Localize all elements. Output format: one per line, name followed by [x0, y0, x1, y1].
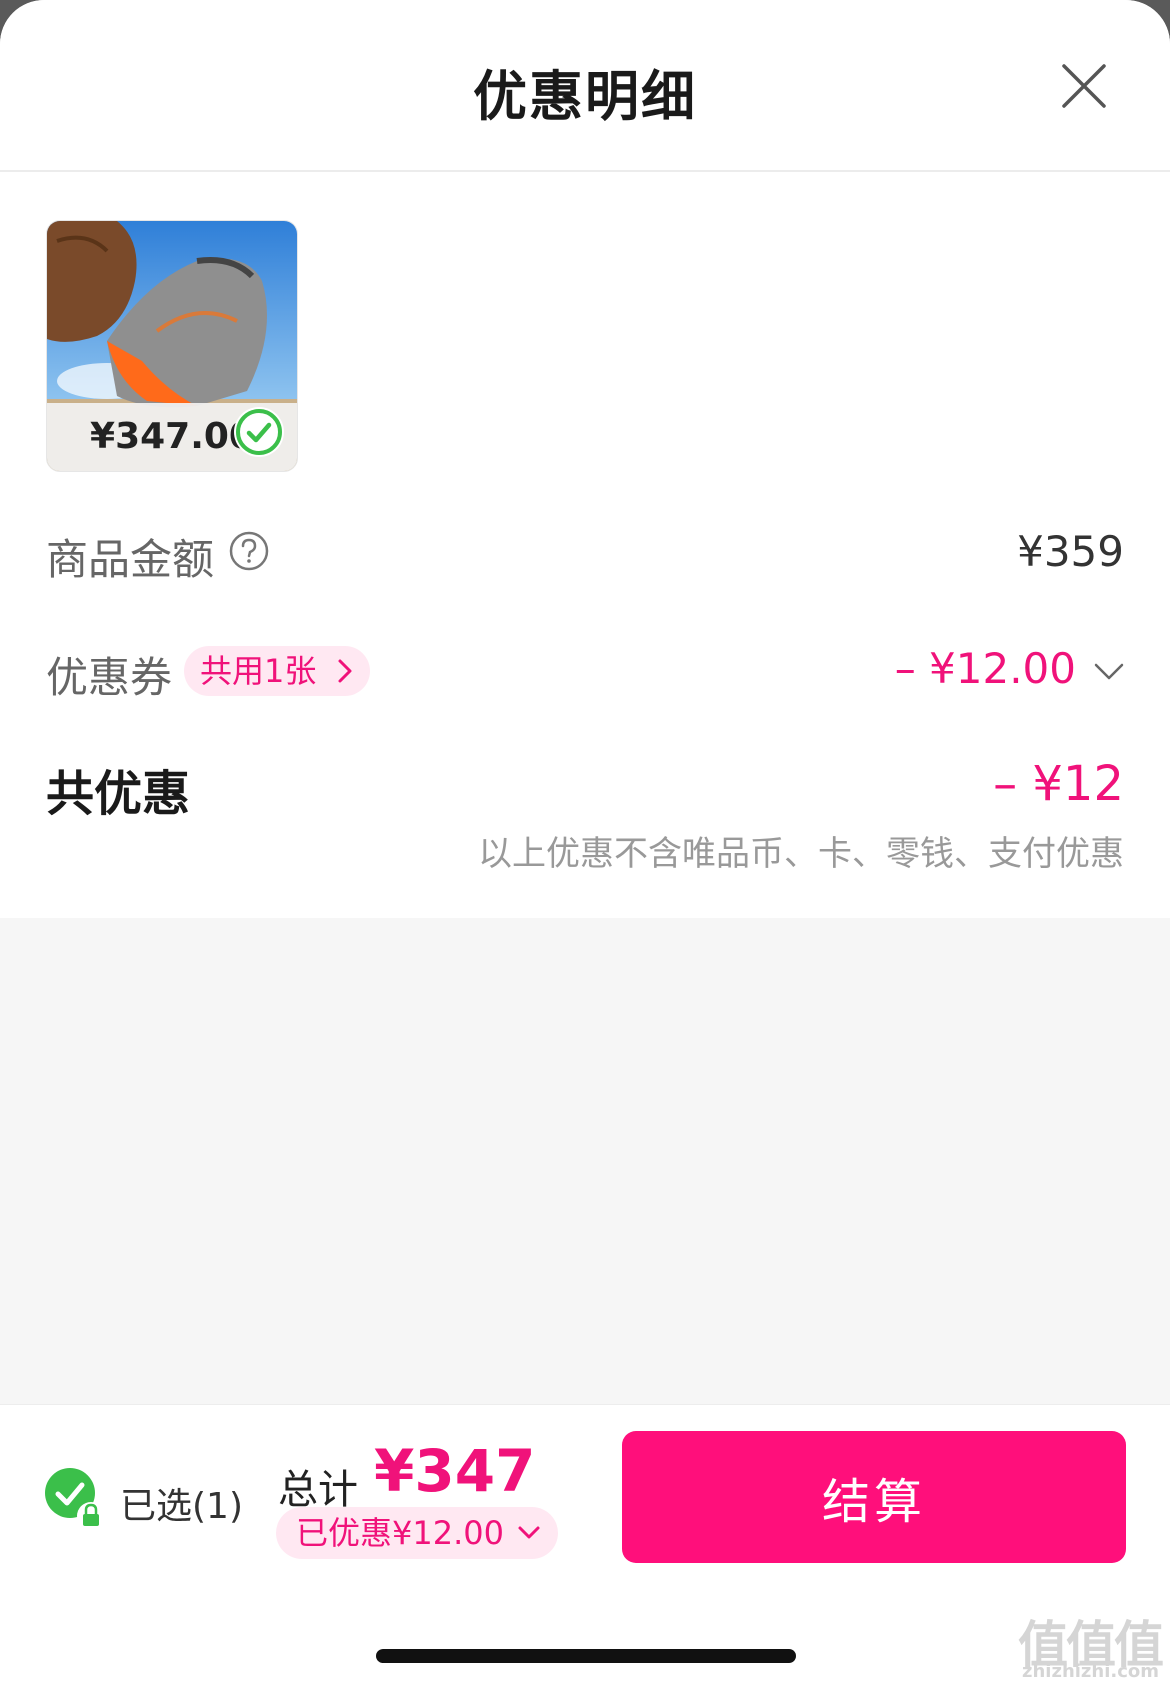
discount-content: ¥347.00 商品金额 ¥359 优惠券 共用1张 – ¥12.00 共优惠 … [0, 172, 1170, 918]
select-all-check-icon[interactable] [44, 1467, 106, 1531]
total-value: ¥347 [374, 1437, 536, 1505]
amount-label: 商品金额 [46, 535, 215, 584]
amount-value: ¥359 [1017, 527, 1124, 576]
checkout-button[interactable]: 结算 [622, 1431, 1126, 1563]
watermark-url: zhizhizhi.com [1022, 1661, 1160, 1682]
coupon-label: 优惠券 [46, 653, 173, 702]
watermark: 值值值 zhizhizhi.com [1018, 1605, 1166, 1685]
total-discount-label: 共优惠 [46, 766, 191, 822]
question-circle-icon[interactable] [228, 530, 270, 572]
saved-amount-pill[interactable]: 已优惠¥12.00 [276, 1507, 558, 1559]
chevron-down-icon[interactable] [1092, 656, 1126, 686]
home-indicator[interactable] [376, 1649, 796, 1663]
discount-detail-sheet: 优惠明细 ¥347.00 商品金额 ¥359 优惠券 共用1张 – ¥12.00… [0, 0, 1170, 1688]
saved-amount-text: 已优惠¥12.00 [296, 1514, 504, 1552]
discount-note: 以上优惠不含唯品币、卡、零钱、支付优惠 [478, 834, 1124, 874]
coupon-count-text: 共用1张 [200, 652, 317, 690]
selected-count: 已选(1) [120, 1486, 243, 1527]
bottom-bar: 已选(1) 总计 ¥347 已优惠¥12.00 结算 值值值 zhizhizhi… [0, 1404, 1170, 1688]
selected-check-icon [234, 407, 284, 457]
page-title: 优惠明细 [473, 65, 697, 128]
total-discount-value: – ¥12 [993, 756, 1124, 812]
coupon-value: – ¥12.00 [894, 644, 1076, 693]
close-icon[interactable] [1056, 58, 1112, 114]
sheet-header: 优惠明细 [0, 0, 1170, 172]
coupon-count-pill[interactable]: 共用1张 [184, 646, 371, 696]
chevron-down-icon [518, 1526, 540, 1539]
chevron-right-icon [338, 659, 352, 683]
